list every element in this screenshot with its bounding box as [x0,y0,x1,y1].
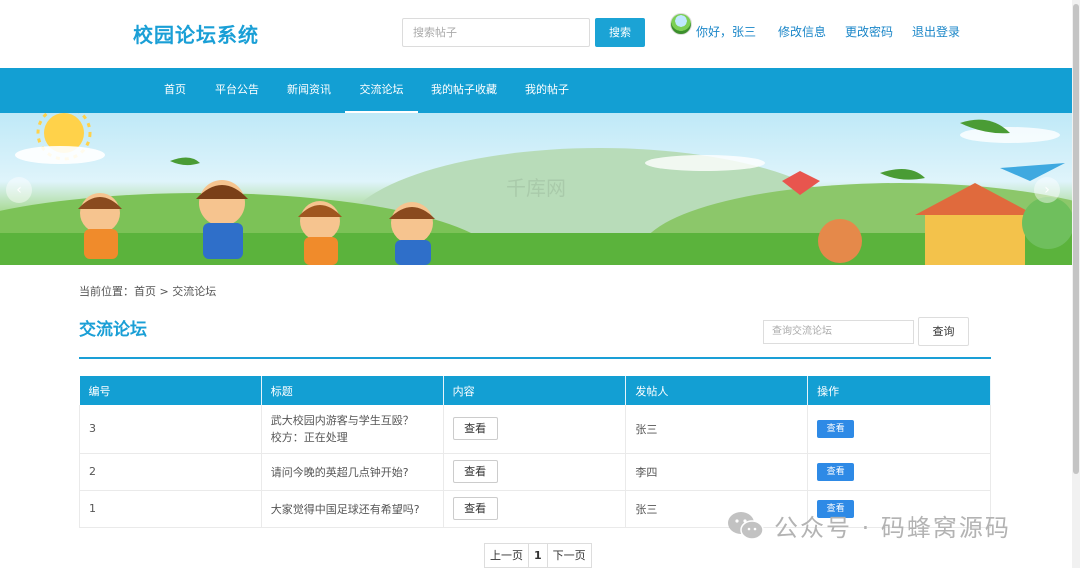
forum-search-input[interactable]: 查询交流论坛 [763,320,914,344]
search-input[interactable]: 搜索帖子 [402,18,590,47]
search-button[interactable]: 搜索 [595,18,645,47]
banner-illustration: 千库网 [0,113,1072,265]
nav-my-favorites[interactable]: 我的帖子收藏 [428,68,500,113]
watermark-text: 公众号 · 码蜂窝源码 [774,514,1011,542]
table-row: 3 武大校园内游客与学生互殴？校方：正在处理 查看 张三 查看 [79,405,991,454]
view-post-button[interactable]: 查看 [817,462,855,481]
table-header-row: 编号 标题 内容 发帖人 操作 [79,376,991,405]
breadcrumb: 当前位置：首页 > 交流论坛 [79,285,217,298]
row-id: 2 [79,453,262,491]
nav-home[interactable]: 首页 [156,68,194,113]
col-id-header: 编号 [79,376,262,405]
change-password-link[interactable]: 更改密码 [845,23,893,40]
view-content-button[interactable]: 查看 [452,460,498,483]
user-greeting[interactable]: 你好，张三 [696,23,756,40]
nav-announcements[interactable]: 平台公告 [210,68,264,113]
wechat-icon [728,511,764,540]
row-id: 3 [79,405,262,454]
scrollbar-thumb[interactable] [1073,4,1079,474]
prev-page-button[interactable]: 上一页 [484,543,529,568]
forum-search-button[interactable]: 查询 [918,317,969,346]
view-content-button[interactable]: 查看 [452,497,498,520]
banner-watermark: 千库网 [506,176,566,200]
wechat-watermark: 公众号 · 码蜂窝源码 [726,508,1011,543]
site-logo[interactable]: 校园论坛系统 [133,19,259,48]
main-nav: 首页 平台公告 新闻资讯 交流论坛 我的帖子收藏 我的帖子 [0,68,1072,113]
avatar[interactable] [670,13,692,35]
logout-link[interactable]: 退出登录 [912,23,960,40]
row-author: 李四 [625,453,809,491]
table-row: 2 请问今晚的英超几点钟开始? 查看 李四 查看 [79,453,991,491]
carousel-prev-icon[interactable]: ‹ [6,177,32,203]
page-title: 交流论坛 [79,320,147,340]
nav-my-posts[interactable]: 我的帖子 [520,68,574,113]
next-page-button[interactable]: 下一页 [546,543,592,568]
row-id: 1 [79,490,262,528]
carousel-next-icon[interactable]: › [1034,177,1060,203]
edit-profile-link[interactable]: 修改信息 [778,23,826,40]
col-content-header: 内容 [443,376,627,405]
col-title-header: 标题 [261,376,444,405]
title-divider [79,357,991,359]
nav-news[interactable]: 新闻资讯 [282,68,336,113]
current-page-button[interactable]: 1 [528,543,548,568]
row-title[interactable]: 请问今晚的英超几点钟开始? [261,453,444,491]
banner-carousel[interactable]: 千库网 ‹ › [0,113,1072,265]
nav-forum[interactable]: 交流论坛 [345,68,418,113]
col-action-header: 操作 [807,376,991,405]
view-content-button[interactable]: 查看 [452,417,498,441]
forum-table: 编号 标题 内容 发帖人 操作 3 武大校园内游客与学生互殴？校方：正在处理 查… [79,376,991,528]
col-author-header: 发帖人 [625,376,809,405]
view-post-button[interactable]: 查看 [817,419,855,438]
row-author: 张三 [625,405,809,454]
row-title[interactable]: 大家觉得中国足球还有希望吗? [261,490,444,528]
top-header: 校园论坛系统 搜索帖子 搜索 你好，张三 修改信息 更改密码 退出登录 [0,0,1080,68]
row-title[interactable]: 武大校园内游客与学生互殴？校方：正在处理 [261,405,444,454]
pagination: 上一页 1 下一页 [484,543,592,568]
